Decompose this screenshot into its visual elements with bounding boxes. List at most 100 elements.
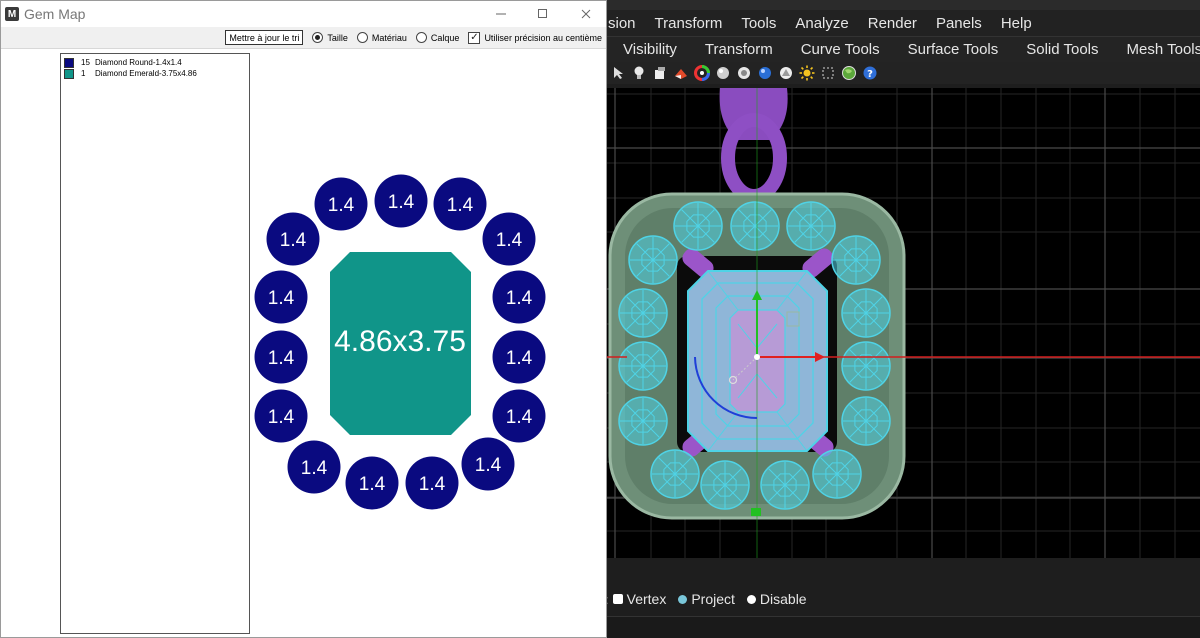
menu-item-help[interactable]: Help [1001, 15, 1032, 32]
sort-option-calque[interactable]: Calque [415, 32, 459, 43]
round-stone-label: 1.4 [268, 407, 295, 428]
vertex-checkbox[interactable] [612, 594, 623, 604]
round-stone[interactable]: 1.4 [461, 437, 515, 491]
light-icon[interactable] [630, 64, 648, 82]
gem-sphere-icon[interactable] [777, 64, 795, 82]
emerald-size-label: 4.86x3.75 [334, 325, 466, 358]
menu-item-panels[interactable]: Panels [936, 15, 982, 32]
round-stone-label: 1.4 [496, 230, 523, 251]
round-stone[interactable]: 1.4 [492, 330, 546, 384]
legend-swatch [64, 57, 74, 68]
round-stone[interactable]: 1.4 [254, 330, 308, 384]
camera-icon[interactable] [819, 64, 837, 82]
round-stone-label: 1.4 [506, 348, 533, 369]
tab-visibility[interactable]: Visibility [623, 41, 677, 58]
precision-option[interactable]: ✓ Utiliser précision au centième [468, 31, 602, 44]
viewport-round-diamond [831, 235, 881, 285]
round-stone-label: 1.4 [268, 288, 295, 309]
legend-row-emerald[interactable]: 1 Diamond Emerald-3.75x4.86 [64, 68, 249, 79]
legend-row-round[interactable]: 15 Diamond Round-1.4x1.4 [64, 57, 249, 68]
round-stone[interactable]: 1.4 [287, 440, 341, 494]
render-icon[interactable] [651, 64, 669, 82]
rhino-window: sion Transform Tools Analyze Render Pane… [605, 0, 1200, 638]
round-stone-label: 1.4 [447, 195, 474, 216]
round-stone-label: 1.4 [419, 474, 446, 495]
round-stone-label: 1.4 [359, 474, 386, 495]
menu-item-transform[interactable]: Transform [655, 15, 723, 32]
osnap-bar: : Vertex Project Disable [605, 586, 1200, 612]
emerald-stone[interactable]: 4.86x3.75 [330, 252, 471, 435]
help-icon[interactable]: ? [861, 64, 879, 82]
menu-item-analyze[interactable]: Analyze [795, 15, 848, 32]
environment-icon[interactable] [735, 64, 753, 82]
material-icon[interactable] [672, 64, 690, 82]
sun-icon[interactable] [798, 64, 816, 82]
menu-item-tools[interactable]: Tools [741, 15, 776, 32]
viewport-round-diamond [700, 460, 750, 510]
round-stone[interactable]: 1.4 [314, 177, 368, 231]
precision-checkbox[interactable]: ✓ [468, 31, 481, 44]
metal-sphere-icon[interactable] [756, 64, 774, 82]
disable-radio[interactable] [746, 594, 756, 604]
round-stone-label: 1.4 [506, 288, 533, 309]
viewport-round-diamond [730, 201, 780, 251]
round-stone[interactable]: 1.4 [433, 177, 487, 231]
taille-radio[interactable] [312, 32, 324, 43]
tab-curve-tools[interactable]: Curve Tools [801, 41, 880, 58]
sphere-icon[interactable] [714, 64, 732, 82]
viewport-round-diamond [618, 288, 668, 338]
viewport-round-diamond [618, 396, 668, 446]
app-icon: M [5, 7, 19, 21]
menu-item-render[interactable]: Render [868, 15, 917, 32]
osnap-project[interactable]: Project [678, 591, 735, 607]
globe-icon[interactable] [840, 64, 858, 82]
round-stone[interactable]: 1.4 [345, 456, 399, 510]
rhino-menubar: sion Transform Tools Analyze Render Pane… [605, 10, 1200, 36]
gem-map-window: M Gem Map Mettre à jour le tri Taille Ma… [0, 0, 607, 638]
sort-option-taille[interactable]: Taille [312, 32, 348, 43]
osnap-disable[interactable]: Disable [746, 591, 807, 607]
update-sort-button[interactable]: Mettre à jour le tri [225, 30, 304, 45]
viewport-round-diamond [628, 235, 678, 285]
maximize-button[interactable] [521, 3, 565, 25]
gem-map-titlebar: M Gem Map [1, 1, 606, 27]
round-stone[interactable]: 1.4 [492, 389, 546, 443]
tab-mesh-tools[interactable]: Mesh Tools [1127, 41, 1200, 58]
round-stone[interactable]: 1.4 [405, 456, 459, 510]
round-stone[interactable]: 1.4 [482, 212, 536, 266]
minimize-button[interactable] [479, 3, 523, 25]
round-stone-label: 1.4 [506, 407, 533, 428]
viewport-round-diamond [812, 449, 862, 499]
viewport-canvas [605, 88, 1200, 558]
viewport-round-diamond [618, 341, 668, 391]
viewport-round-diamond [841, 396, 891, 446]
osnap-vertex[interactable]: Vertex [612, 591, 666, 607]
svg-text:?: ? [867, 69, 873, 80]
tab-solid-tools[interactable]: Solid Tools [1026, 41, 1098, 58]
menu-item-dimension[interactable]: sion [608, 15, 636, 32]
maximize-icon [538, 9, 547, 18]
minimize-icon [496, 13, 506, 15]
window-title: Gem Map [24, 6, 86, 22]
cursor-icon[interactable] [609, 64, 627, 82]
rhino-statusbar [605, 616, 1200, 638]
round-stone[interactable]: 1.4 [266, 212, 320, 266]
tab-transform[interactable]: Transform [705, 41, 773, 58]
round-stone[interactable]: 1.4 [254, 389, 308, 443]
calque-radio[interactable] [415, 32, 427, 43]
gem-options-bar: Mettre à jour le tri Taille Matériau Cal… [1, 27, 606, 49]
project-radio[interactable] [678, 594, 688, 604]
round-stone[interactable]: 1.4 [254, 270, 308, 324]
top-viewport[interactable] [605, 88, 1200, 558]
color-wheel-icon[interactable] [693, 64, 711, 82]
materiau-radio[interactable] [356, 32, 368, 43]
round-stone[interactable]: 1.4 [492, 270, 546, 324]
round-stone-label: 1.4 [280, 230, 307, 251]
sort-option-materiau[interactable]: Matériau [356, 32, 407, 43]
close-button[interactable] [564, 3, 608, 25]
tab-surface-tools[interactable]: Surface Tools [908, 41, 999, 58]
viewport-round-diamond [673, 201, 723, 251]
round-stone[interactable]: 1.4 [374, 174, 428, 228]
round-stone-label: 1.4 [301, 458, 328, 479]
viewport-round-diamond [841, 288, 891, 338]
